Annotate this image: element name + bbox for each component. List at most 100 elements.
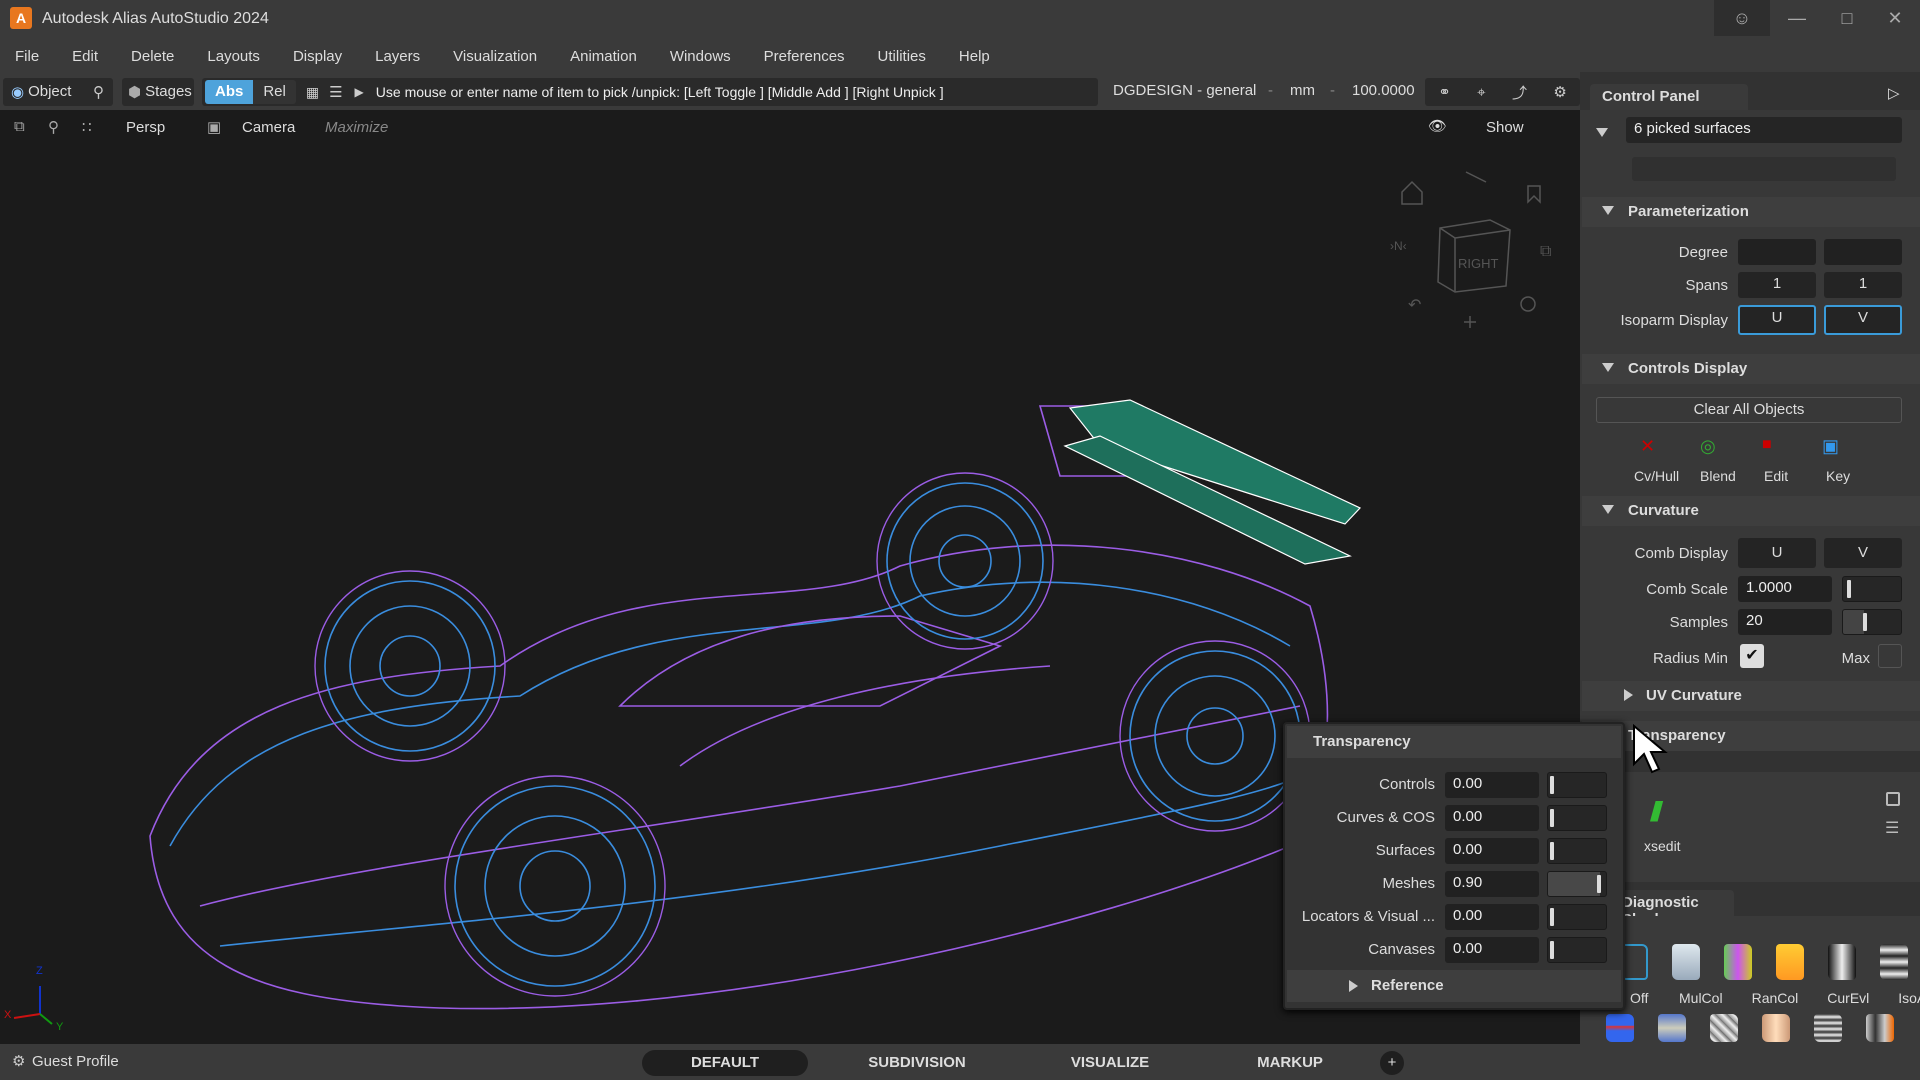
comb-u-toggle[interactable]: U: [1738, 538, 1816, 568]
clear-all-objects-button[interactable]: Clear All Objects: [1596, 397, 1902, 423]
shade-curevl-icon[interactable]: [1776, 944, 1804, 980]
radius-min-checkbox[interactable]: ✔: [1740, 644, 1764, 668]
shade-mulcol-icon[interactable]: [1672, 944, 1700, 980]
shade-icon[interactable]: [1762, 1014, 1790, 1042]
menu-preferences[interactable]: Preferences: [764, 48, 845, 65]
camera-icon[interactable]: ▣: [207, 118, 221, 136]
rel-button[interactable]: Rel: [253, 80, 296, 104]
shade-icon[interactable]: [1814, 1014, 1842, 1042]
shade-isoang-icon[interactable]: [1828, 944, 1856, 980]
eye-icon[interactable]: 👁: [1428, 117, 1447, 135]
transparency-slider[interactable]: [1547, 838, 1607, 864]
shade-icon[interactable]: [1606, 1014, 1634, 1042]
stages-button[interactable]: ⬢ Stages: [122, 78, 194, 106]
spans-v-field[interactable]: 1: [1824, 272, 1902, 298]
transparency-value-field[interactable]: 0.00: [1445, 937, 1539, 963]
section-parameterization[interactable]: Parameterization: [1582, 197, 1920, 227]
profile-gear-icon[interactable]: ⚙: [12, 1052, 25, 1070]
cv-hull-icon[interactable]: ✕: [1640, 436, 1655, 457]
grid-icon[interactable]: ▦: [306, 84, 319, 101]
shelf-window-icon[interactable]: [1886, 792, 1900, 806]
menu-utilities[interactable]: Utilities: [878, 48, 926, 65]
degree-u-field[interactable]: [1738, 239, 1816, 265]
menu-animation[interactable]: Animation: [570, 48, 637, 65]
list-icon[interactable]: ☰: [329, 83, 342, 101]
menu-layers[interactable]: Layers: [375, 48, 420, 65]
picked-selector[interactable]: 6 picked surfaces: [1626, 117, 1902, 143]
snap-point-icon[interactable]: ⚭: [1438, 83, 1451, 101]
edit-point-icon[interactable]: ■: [1762, 436, 1772, 454]
keypoint-icon[interactable]: ▣: [1822, 436, 1839, 457]
shade-icon[interactable]: [1866, 1014, 1894, 1042]
control-panel-tab[interactable]: Control Panel: [1590, 84, 1748, 110]
workspace-default[interactable]: DEFAULT: [642, 1050, 808, 1076]
section-controls-display[interactable]: Controls Display: [1582, 354, 1920, 384]
spans-u-field[interactable]: 1: [1738, 272, 1816, 298]
section-uv-curvature[interactable]: UV Curvature: [1582, 681, 1920, 711]
degree-v-field[interactable]: [1824, 239, 1902, 265]
menu-help[interactable]: Help: [959, 48, 990, 65]
snap-curve-icon[interactable]: ⤴: [1512, 82, 1527, 103]
transparency-value-field[interactable]: 0.00: [1445, 838, 1539, 864]
minimize-icon[interactable]: —: [1772, 0, 1822, 36]
transparency-value-field[interactable]: 0.90: [1445, 871, 1539, 897]
guest-profile[interactable]: Guest Profile: [32, 1053, 119, 1070]
isoparm-v-toggle[interactable]: V: [1824, 305, 1902, 335]
comb-scale-slider[interactable]: [1842, 576, 1902, 602]
object-picker[interactable]: ◉ Object ⚲: [3, 78, 113, 106]
menu-layouts[interactable]: Layouts: [207, 48, 260, 65]
close-icon[interactable]: ✕: [1870, 0, 1920, 36]
shade-icon[interactable]: [1658, 1014, 1686, 1042]
menu-delete[interactable]: Delete: [131, 48, 174, 65]
show-menu[interactable]: Show: [1486, 119, 1524, 136]
comb-scale-field[interactable]: 1.0000: [1738, 576, 1832, 602]
transparency-slider[interactable]: [1547, 937, 1607, 963]
collapse-panel-icon[interactable]: ▷: [1888, 84, 1900, 102]
xsedit-icon[interactable]: ////: [1650, 796, 1663, 828]
camera-label[interactable]: Camera: [242, 119, 295, 136]
workspace-markup[interactable]: MARKUP: [1240, 1050, 1340, 1076]
settings-icon[interactable]: ⚙: [1553, 83, 1566, 101]
isoparm-u-toggle[interactable]: U: [1738, 305, 1816, 335]
shade-horver-icon[interactable]: [1880, 944, 1908, 980]
transparency-value-field[interactable]: 0.00: [1445, 904, 1539, 930]
maximize-icon[interactable]: □: [1822, 0, 1872, 36]
shelf-menu-icon[interactable]: ☰: [1885, 818, 1899, 838]
xsedit-label[interactable]: xsedit: [1644, 838, 1681, 854]
menu-file[interactable]: File: [15, 48, 39, 65]
diagnostic-shade-tab[interactable]: Diagnostic Shade: [1610, 890, 1734, 928]
slider-thumb[interactable]: [1550, 809, 1554, 827]
shade-icon[interactable]: [1710, 1014, 1738, 1042]
abs-button[interactable]: Abs: [205, 80, 254, 104]
transparency-slider[interactable]: [1547, 805, 1607, 831]
transparency-value-field[interactable]: 0.00: [1445, 772, 1539, 798]
samples-field[interactable]: 20: [1738, 609, 1832, 635]
menu-visualization[interactable]: Visualization: [453, 48, 537, 65]
slider-thumb[interactable]: [1550, 941, 1554, 959]
transparency-slider[interactable]: [1547, 871, 1607, 897]
tear-off-icon[interactable]: ⧉: [14, 118, 25, 135]
comb-v-toggle[interactable]: V: [1824, 538, 1902, 568]
transparency-slider[interactable]: [1547, 772, 1607, 798]
slider-thumb[interactable]: [1550, 776, 1554, 794]
search-icon[interactable]: ⚲: [93, 83, 104, 101]
workspace-visualize[interactable]: VISUALIZE: [1050, 1050, 1170, 1076]
menu-display[interactable]: Display: [293, 48, 342, 65]
slider-thumb[interactable]: [1550, 908, 1554, 926]
add-workspace-button[interactable]: +: [1380, 1051, 1404, 1075]
shade-rancol-icon[interactable]: [1724, 944, 1752, 980]
snap-grid-icon[interactable]: ⌖: [1477, 84, 1485, 101]
slider-thumb[interactable]: [1550, 842, 1554, 860]
menu-windows[interactable]: Windows: [670, 48, 731, 65]
section-curvature[interactable]: Curvature: [1582, 496, 1920, 526]
menu-edit[interactable]: Edit: [72, 48, 98, 65]
transparency-value-field[interactable]: 0.00: [1445, 805, 1539, 831]
radius-max-checkbox[interactable]: [1878, 644, 1902, 668]
view-name[interactable]: Persp: [126, 119, 165, 136]
workspace-subdivision[interactable]: SUBDIVISION: [852, 1050, 982, 1076]
picked-filter-field[interactable]: [1632, 157, 1896, 181]
play-icon[interactable]: ▶: [355, 85, 364, 99]
transparency-slider[interactable]: [1547, 904, 1607, 930]
construction-options[interactable]: DGDESIGN - general: [1113, 82, 1256, 99]
slider-thumb[interactable]: [1596, 875, 1601, 893]
